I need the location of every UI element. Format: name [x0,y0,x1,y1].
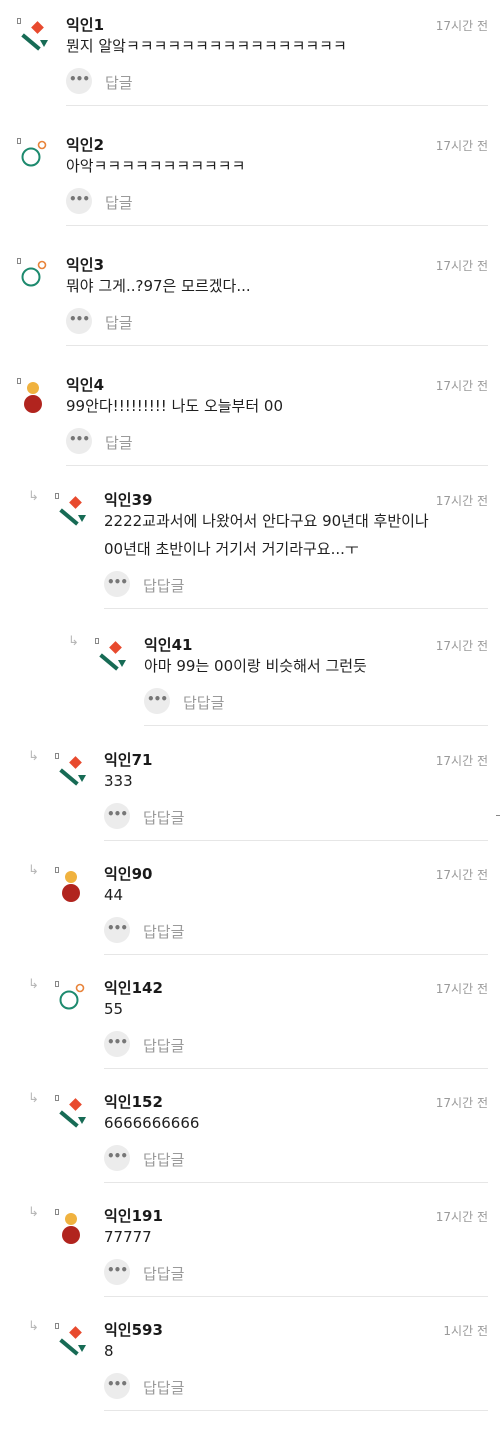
more-dots-icon[interactable]: ••• [104,1259,130,1285]
comment-item: ↳ 익인593 1시간 전 8 ••• 답답글 [0,1317,500,1417]
comment-item: 익인1 17시간 전 뭔지 알앜ㅋㅋㅋㅋㅋㅋㅋㅋㅋㅋㅋㅋㅋㅋㅋㅋ ••• 답글 [0,12,500,122]
comment-item: ↳ 익인142 17시간 전 55 ••• 답답글 [0,975,500,1075]
reply-button[interactable]: 답답글 [183,692,224,713]
reply-button[interactable]: 답글 [105,72,133,93]
divider [104,1182,488,1183]
more-dots-icon[interactable]: ••• [66,188,92,214]
avatar[interactable] [18,140,58,180]
divider [104,1068,488,1069]
avatar[interactable] [56,869,96,909]
reply-arrow-icon: ↳ [28,1319,39,1334]
reply-button[interactable]: 답답글 [143,1149,184,1170]
avatar[interactable] [56,1211,96,1251]
reply-arrow-icon: ↳ [28,863,39,878]
reply-arrow-icon: ↳ [28,977,39,992]
comment-item: ↳ 익인191 17시간 전 77777 ••• 답답글 [0,1203,500,1303]
comment-item: 익인3 17시간 전 뭐야 그게..?97은 모르겠다... ••• 답글 [0,252,500,362]
reply-arrow-icon: ↳ [28,749,39,764]
comment-time: 17시간 전 [435,139,488,153]
divider [66,345,488,346]
avatar[interactable] [18,20,58,60]
reply-button[interactable]: 답답글 [143,921,184,942]
more-dots-icon[interactable]: ••• [104,571,130,597]
divider [66,225,488,226]
divider [66,465,488,466]
comment-text: 뭐야 그게..?97은 모르겠다... [66,277,251,295]
reply-arrow-icon: ↳ [68,634,79,649]
comment-time: 17시간 전 [435,259,488,273]
divider [104,954,488,955]
comment-time: 17시간 전 [435,754,488,768]
comment-text: 44 [104,886,124,904]
divider [144,725,488,726]
more-dots-icon[interactable]: ••• [104,1031,130,1057]
avatar[interactable] [18,380,58,420]
comment-item: ↳ 익인39 17시간 전 2222교과서에 나왔어서 안다구요 90년대 후반이나 0… [0,487,500,622]
more-dots-icon[interactable]: ••• [66,428,92,454]
comment-text: 2222교과서에 나왔어서 안다구요 90년대 후반이나 [104,512,429,530]
more-dots-icon[interactable]: ••• [144,688,170,714]
reply-button[interactable]: 답답글 [143,1377,184,1398]
comment-time: 17시간 전 [435,1096,488,1110]
comment-text: 333 [104,772,133,790]
scroll-indicator [496,815,500,816]
comment-text: 8 [104,1342,114,1360]
reply-button[interactable]: 답글 [105,192,133,213]
comment-item: 익인2 17시간 전 아악ㅋㅋㅋㅋㅋㅋㅋㅋㅋㅋㅋ ••• 답글 [0,132,500,242]
comment-time: 17시간 전 [435,19,488,33]
comment-time: 17시간 전 [435,982,488,996]
reply-button[interactable]: 답글 [105,312,133,333]
more-dots-icon[interactable]: ••• [104,917,130,943]
reply-button[interactable]: 답답글 [143,807,184,828]
comment-text: 77777 [104,1228,152,1246]
reply-arrow-icon: ↳ [28,1205,39,1220]
comment-text: 6666666666 [104,1114,200,1132]
more-dots-icon[interactable]: ••• [66,308,92,334]
comment-time: 17시간 전 [435,494,488,508]
avatar[interactable] [56,1325,96,1365]
divider [66,105,488,106]
reply-button[interactable]: 답답글 [143,575,184,596]
comment-item: ↳ 익인90 17시간 전 44 ••• 답답글 [0,861,500,961]
comment-time: 17시간 전 [435,1210,488,1224]
comment-text: 55 [104,1000,124,1018]
comment-item: ↳ 익인41 17시간 전 아마 99는 00이랑 비슷해서 그런듯 ••• 답답글 [0,632,500,732]
comment-time: 17시간 전 [435,868,488,882]
avatar[interactable] [56,755,96,795]
comment-item: 익인4 17시간 전 99안다!!!!!!!!! 나도 오늘부터 00 ••• 답글 [0,372,500,482]
reply-button[interactable]: 답답글 [143,1035,184,1056]
comment-text: 아악ㅋㅋㅋㅋㅋㅋㅋㅋㅋㅋㅋ [66,157,246,175]
more-dots-icon[interactable]: ••• [104,1145,130,1171]
comment-text: 99안다!!!!!!!!! 나도 오늘부터 00 [66,397,283,415]
comment-item: ↳ 익인71 17시간 전 333 ••• 답답글 [0,747,500,847]
divider [104,840,488,841]
divider [104,1410,488,1411]
avatar[interactable] [56,1097,96,1137]
avatar[interactable] [56,983,96,1023]
comment-item: ↳ 익인152 17시간 전 6666666666 ••• 답답글 [0,1089,500,1189]
reply-arrow-icon: ↳ [28,1091,39,1106]
more-dots-icon[interactable]: ••• [104,803,130,829]
reply-button[interactable]: 답답글 [143,1263,184,1284]
comment-text: 아마 99는 00이랑 비슷해서 그런듯 [144,657,367,675]
comment-text: 뭔지 알앜ㅋㅋㅋㅋㅋㅋㅋㅋㅋㅋㅋㅋㅋㅋㅋㅋ [66,37,347,55]
avatar[interactable] [96,640,136,680]
comment-time: 1시간 전 [443,1324,488,1338]
more-dots-icon[interactable]: ••• [104,1373,130,1399]
reply-button[interactable]: 답글 [105,432,133,453]
divider [104,608,488,609]
reply-arrow-icon: ↳ [28,489,39,504]
comment-time: 17시간 전 [435,639,488,653]
comment-time: 17시간 전 [435,379,488,393]
comment-text: 00년대 초반이나 거기서 거기라구요...ㅜ [104,540,359,558]
divider [104,1296,488,1297]
avatar[interactable] [18,260,58,300]
avatar[interactable] [56,495,96,535]
more-dots-icon[interactable]: ••• [66,68,92,94]
